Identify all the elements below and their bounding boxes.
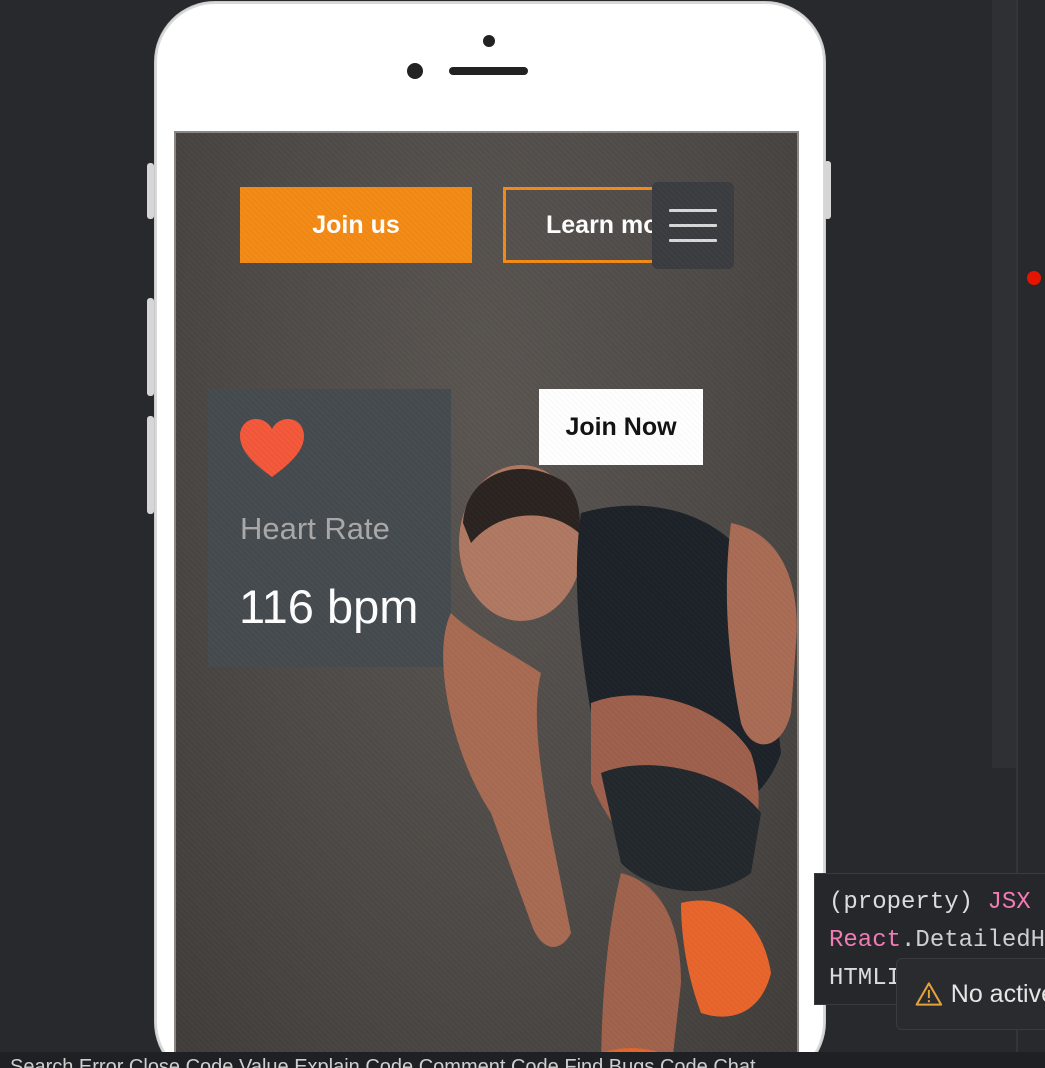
tooltip-text: (property) (829, 889, 988, 916)
tooltip-keyword: React (829, 927, 902, 954)
menu-icon-bar (669, 239, 717, 242)
tooltip-text: HTMLI (829, 965, 902, 992)
phone-volume-down (147, 416, 154, 514)
app-screen: Join us Learn more Heart Rate 116 bpm Jo… (174, 131, 799, 1068)
phone-sensor (407, 63, 423, 79)
warning-notification[interactable]: No active (896, 958, 1045, 1030)
editor-minimap (992, 0, 1018, 768)
phone-camera (483, 35, 495, 47)
heart-icon (240, 419, 304, 477)
hamburger-menu-button[interactable] (652, 182, 734, 269)
athlete-image (443, 465, 797, 1068)
tooltip-line: (property) JSX (829, 884, 1039, 922)
menu-icon-bar (669, 224, 717, 227)
phone-mute-switch (147, 163, 154, 219)
status-bar: Search Error Close Code Value Explain Co… (0, 1052, 1045, 1068)
join-us-button[interactable]: Join us (240, 187, 472, 263)
tooltip-keyword: JSX (987, 889, 1031, 916)
menu-icon-bar (669, 209, 717, 212)
heart-rate-card: Heart Rate 116 bpm (208, 389, 451, 667)
warning-text: No active (950, 979, 1045, 1008)
heart-rate-value: 116 bpm (239, 580, 419, 633)
status-bar-actions[interactable]: Search Error Close Code Value Explain Co… (10, 1056, 756, 1068)
join-now-button[interactable]: Join Now (539, 389, 703, 465)
tooltip-line: React.DetailedH (829, 922, 1045, 960)
phone-speaker (449, 67, 528, 75)
learn-more-button[interactable]: Learn more (503, 187, 663, 263)
warning-icon (915, 982, 943, 1006)
tooltip-text: .DetailedH (901, 927, 1045, 954)
breakpoint-indicator[interactable] (1027, 271, 1041, 285)
heart-rate-label: Heart Rate (240, 511, 390, 546)
phone-power-button (824, 161, 831, 219)
phone-volume-up (147, 298, 154, 396)
